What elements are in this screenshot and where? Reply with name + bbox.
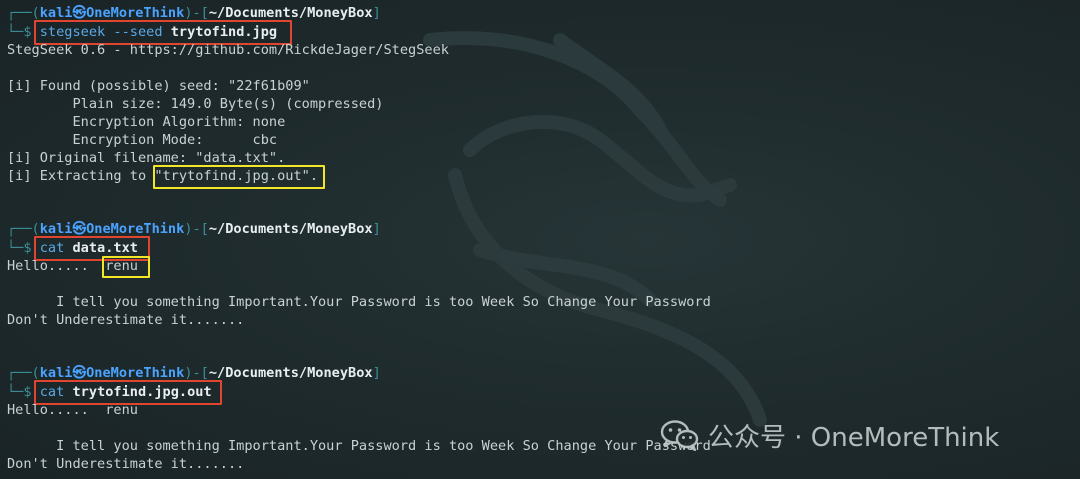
output-line: Encryption Mode: cbc <box>7 132 278 148</box>
output-line: I tell you something Important.Your Pass… <box>7 438 711 454</box>
prompt-user: kali <box>39 221 73 237</box>
wechat-watermark: 公众号 · OneMoreThink <box>660 418 1000 453</box>
prompt-path: ~/Documents/MoneyBox <box>208 5 373 21</box>
prompt-host: OneMoreThink <box>86 221 185 237</box>
prompt-user: kali <box>39 365 73 381</box>
watermark-text: 公众号 · OneMoreThink <box>708 422 1000 453</box>
output-line: Encryption Algorithm: none <box>7 114 286 130</box>
prompt-path: ~/Documents/MoneyBox <box>208 365 373 381</box>
prompt-host: OneMoreThink <box>86 365 185 381</box>
wechat-icon <box>660 420 699 451</box>
highlight-box-extract-target <box>153 165 325 189</box>
output-line: I tell you something Important.Your Pass… <box>7 294 711 310</box>
terminal-window[interactable]: ┌──(kali㉿OneMoreThink)-[~/Documents/Mone… <box>0 0 1080 479</box>
prompt-path: ~/Documents/MoneyBox <box>208 221 373 237</box>
output-line: Don't Underestimate it....... <box>7 312 245 328</box>
output-line: Plain size: 149.0 Byte(s) (compressed) <box>7 96 384 112</box>
kali-dragon-wallpaper <box>423 31 767 427</box>
output-line: Don't Underestimate it....... <box>7 456 245 472</box>
output-line: StegSeek 0.6 - https://github.com/Rickde… <box>7 42 449 58</box>
prompt-user: kali <box>39 5 73 21</box>
highlight-box-username <box>102 256 150 278</box>
output-line: [i] Found (possible) seed: "22f61b09" <box>7 78 310 94</box>
prompt-host: OneMoreThink <box>86 5 185 21</box>
output-line: Hello..... renu <box>7 402 138 418</box>
